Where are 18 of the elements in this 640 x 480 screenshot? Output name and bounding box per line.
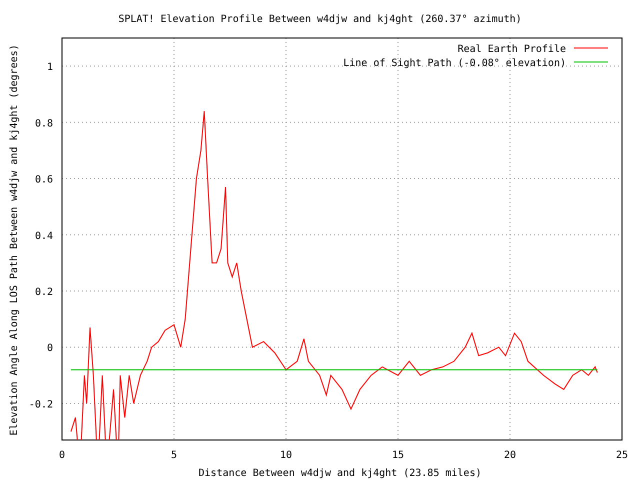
legend-label: Real Earth Profile <box>458 44 566 55</box>
y-tick-label: 0.2 <box>34 287 53 298</box>
y-tick-label: -0.2 <box>28 399 53 410</box>
y-tick-label: 0 <box>46 343 53 354</box>
x-axis-label: Distance Between w4djw and kj4ght (23.85 miles) <box>198 468 482 479</box>
x-tick-label: 20 <box>504 450 516 461</box>
x-tick-label: 10 <box>280 450 292 461</box>
y-tick-label: 1 <box>46 62 53 74</box>
y-tick-label: 0.4 <box>34 230 53 242</box>
y-tick-label: 0.8 <box>34 118 53 130</box>
x-tick-label: 0 <box>58 450 66 461</box>
x-tick-label: 15 <box>392 450 404 461</box>
legend-label: Line of Sight Path (-0.08° elevation) <box>343 58 566 69</box>
chart-title: SPLAT! Elevation Profile Between w4djw and kj4ght (260.37° azimuth) <box>118 14 522 25</box>
y-tick-label: 0.6 <box>34 174 53 186</box>
x-tick-label: 25 <box>616 450 628 461</box>
y-axis-label: Elevation Angle Along LOS Path Between w4djw and kj4ght (degrees) <box>9 44 20 436</box>
x-tick-label: 5 <box>170 450 178 461</box>
